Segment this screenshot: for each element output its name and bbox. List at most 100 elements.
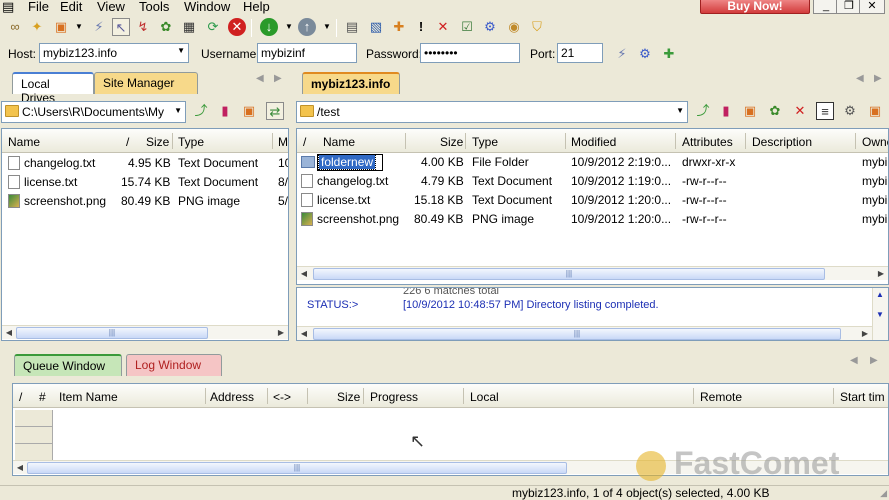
menu-file[interactable]: File [28, 0, 49, 14]
close-window-button[interactable]: ✕ [859, 0, 885, 14]
col-size[interactable]: Size [440, 135, 463, 149]
remote-hscrollbar[interactable]: ◀ ||| ▶ [297, 266, 888, 280]
menu-view[interactable]: View [97, 0, 125, 14]
remote-sync-icon[interactable]: ✿ [766, 102, 784, 120]
menu-help[interactable]: Help [243, 0, 270, 14]
local-path-combo[interactable]: C:\Users\R\Documents\My ▼ [1, 101, 186, 123]
app-icon[interactable]: ▤ [2, 0, 14, 15]
scroll-right-icon[interactable]: ▶ [874, 267, 888, 281]
download-dropdown-icon[interactable]: ▼ [280, 18, 298, 36]
scroll-right-icon[interactable]: ▶ [858, 327, 872, 340]
col-size[interactable]: Size [337, 390, 360, 404]
col-modified[interactable]: M [278, 135, 288, 149]
tab-site-manager[interactable]: Site Manager [94, 72, 198, 94]
local-up-folder-icon[interactable]: ⤴ [192, 102, 210, 120]
host-dropdown-icon[interactable]: ▼ [177, 46, 185, 55]
important-icon[interactable]: ! [412, 18, 430, 36]
scroll-thumb[interactable]: ||| [16, 327, 208, 339]
local-new-folder-icon[interactable]: ▣ [240, 102, 258, 120]
col-modified[interactable]: Modified [571, 135, 616, 149]
table-row[interactable]: changelog.txt 4.79 KB Text Document 10/9… [297, 172, 888, 191]
scroll-up-icon[interactable]: ▲ [876, 290, 884, 299]
properties-icon[interactable]: ▤ [343, 18, 361, 36]
scroll-down-icon[interactable]: ▼ [876, 310, 884, 319]
connect-icon[interactable]: ∞ [6, 18, 24, 36]
log-pane[interactable]: 226 6 matches total STATUS:> [10/9/2012 … [296, 287, 889, 341]
resize-grip-icon[interactable]: ◢ [880, 488, 887, 499]
transfer-mode-icon[interactable]: ↯ [134, 18, 152, 36]
col-direction[interactable]: <-> [273, 390, 291, 404]
scroll-thumb[interactable]: ||| [313, 328, 841, 340]
local-path-dropdown-icon[interactable]: ▼ [174, 106, 182, 115]
log-vscrollbar[interactable]: ▲ ▼ [872, 288, 888, 340]
delete-icon[interactable]: ✕ [434, 18, 452, 36]
binary-mode-icon[interactable]: ▦ [180, 18, 198, 36]
port-input[interactable]: 21 [557, 43, 603, 63]
tab-scroll-right-icon[interactable]: ▶ [274, 73, 282, 84]
tab-scroll-right-icon[interactable]: ▶ [870, 355, 878, 366]
col-start-time[interactable]: Start tim [840, 390, 885, 404]
col-sort[interactable]: / [126, 135, 129, 149]
wizard-icon[interactable]: ✦ [28, 18, 46, 36]
cursor-mode-icon[interactable]: ↖ [112, 18, 130, 36]
table-row[interactable]: foldernew 4.00 KB File Folder 10/9/2012 … [297, 153, 888, 172]
col-name[interactable]: Name [323, 135, 355, 149]
sync-icon[interactable]: ✿ [157, 18, 175, 36]
local-sync-browse-icon[interactable]: ⇄ [266, 102, 284, 120]
new-site-icon[interactable]: ▣ [52, 18, 70, 36]
log-hscrollbar[interactable]: ◀ ||| ▶ [297, 326, 872, 340]
tab-scroll-right-icon[interactable]: ▶ [874, 73, 882, 84]
quick-connect-icon[interactable]: ⚡ [613, 45, 631, 63]
new-site-dropdown-icon[interactable]: ▼ [70, 18, 88, 36]
upload-dropdown-icon[interactable]: ▼ [318, 18, 336, 36]
remote-bookmark-icon[interactable]: ▮ [717, 102, 735, 120]
remote-path-combo[interactable]: /test ▼ [296, 101, 688, 123]
rename-field[interactable]: foldernew [317, 154, 383, 171]
remote-file-list[interactable]: / Name Size Type Modified Attributes Des… [296, 128, 889, 285]
col-type[interactable]: Type [178, 135, 204, 149]
table-row[interactable]: changelog.txt 4.95 KB Text Document 10 [2, 154, 288, 173]
col-owner[interactable]: Owne [862, 135, 888, 149]
scroll-left-icon[interactable]: ◀ [297, 327, 311, 340]
refresh-icon[interactable]: ⟳ [204, 18, 222, 36]
remote-filter-icon[interactable]: ⚙ [841, 102, 859, 120]
quick-options-icon[interactable]: ⚙ [636, 45, 654, 63]
col-address[interactable]: Address [210, 390, 254, 404]
col-size[interactable]: Size [146, 135, 169, 149]
menu-tools[interactable]: Tools [139, 0, 169, 14]
support-icon[interactable]: ◉ [505, 18, 523, 36]
remote-details-view-icon[interactable]: ≡ [816, 102, 834, 120]
scroll-left-icon[interactable]: ◀ [2, 326, 16, 340]
scroll-left-icon[interactable]: ◀ [13, 461, 27, 475]
quick-add-icon[interactable]: ✚ [660, 45, 678, 63]
scroll-thumb[interactable]: ||| [313, 268, 825, 280]
remote-new-folder-icon[interactable]: ▣ [741, 102, 759, 120]
download-icon[interactable]: ↓ [260, 18, 278, 36]
col-attributes[interactable]: Attributes [682, 135, 733, 149]
username-input[interactable]: mybizinf [257, 43, 357, 63]
local-file-list[interactable]: Name / Size Type M changelog.txt 4.95 KB… [1, 128, 289, 341]
remote-up-folder-icon[interactable]: ⤴ [694, 102, 712, 120]
col-item-name[interactable]: Item Name [59, 390, 118, 404]
col-type[interactable]: Type [472, 135, 498, 149]
scroll-right-icon[interactable]: ▶ [274, 326, 288, 340]
table-row[interactable]: license.txt 15.74 KB Text Document 8/ [2, 173, 288, 192]
scroll-thumb[interactable]: ||| [27, 462, 567, 474]
tab-scroll-left-icon[interactable]: ◀ [856, 73, 864, 84]
col-remote[interactable]: Remote [700, 390, 742, 404]
scroll-left-icon[interactable]: ◀ [297, 267, 311, 281]
options-icon[interactable]: ⚙ [481, 18, 499, 36]
menu-window[interactable]: Window [184, 0, 230, 14]
view-icon[interactable]: ▧ [367, 18, 385, 36]
tab-local-drives[interactable]: Local Drives [12, 72, 94, 105]
password-input[interactable]: •••••••• [420, 43, 520, 63]
shield-icon[interactable]: ⛉ [528, 18, 546, 36]
col-number[interactable]: # [39, 390, 46, 404]
local-hscrollbar[interactable]: ◀ ||| ▶ [2, 325, 288, 339]
col-progress[interactable]: Progress [370, 390, 418, 404]
stop-icon[interactable]: ✕ [228, 18, 246, 36]
upload-icon[interactable]: ↑ [298, 18, 316, 36]
table-row[interactable]: screenshot.png 80.49 KB PNG image 10/9/2… [297, 210, 888, 229]
col-name[interactable]: Name [8, 135, 40, 149]
tab-log-window[interactable]: Log Window [126, 354, 222, 376]
